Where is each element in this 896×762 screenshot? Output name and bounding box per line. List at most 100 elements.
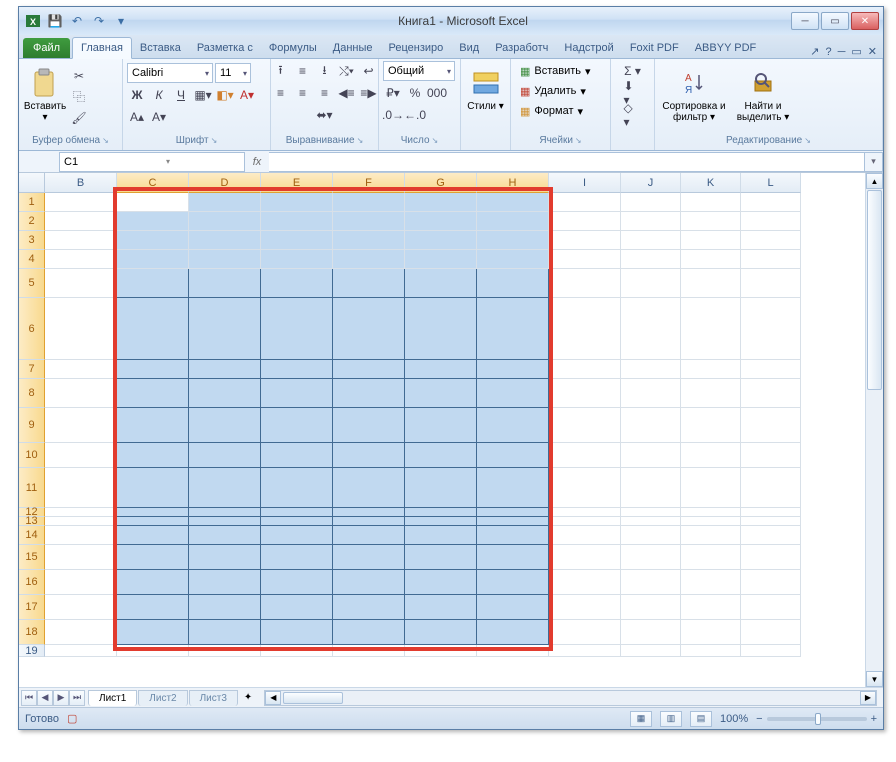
cell[interactable]	[621, 545, 681, 570]
row-header-13[interactable]: 13	[19, 517, 45, 526]
scroll-up-icon[interactable]: ▲	[866, 173, 883, 189]
row-header-14[interactable]: 14	[19, 526, 45, 545]
cell[interactable]	[45, 645, 117, 657]
format-cells-button[interactable]: ▦Формат ▾	[515, 101, 606, 121]
cell[interactable]	[621, 212, 681, 231]
cell[interactable]	[681, 517, 741, 526]
clear-icon[interactable]: ◇ ▾	[623, 105, 643, 125]
cell[interactable]	[117, 250, 189, 269]
cell[interactable]	[117, 508, 189, 517]
col-header-J[interactable]: J	[621, 173, 681, 193]
cell[interactable]	[189, 645, 261, 657]
sheet-tab-Лист3[interactable]: Лист3	[189, 690, 238, 706]
cell[interactable]	[189, 250, 261, 269]
cell[interactable]	[261, 645, 333, 657]
cell[interactable]	[621, 298, 681, 360]
cell[interactable]	[741, 468, 801, 508]
row-header-11[interactable]: 11	[19, 468, 45, 508]
cell[interactable]	[741, 212, 801, 231]
cell[interactable]	[45, 193, 117, 212]
merge-center-icon[interactable]: ⬌▾	[311, 105, 337, 125]
font-name-combo[interactable]: Calibri	[127, 63, 213, 83]
cell[interactable]	[117, 526, 189, 545]
cell[interactable]	[261, 468, 333, 508]
cell[interactable]	[621, 517, 681, 526]
cell[interactable]	[549, 360, 621, 379]
cell[interactable]	[405, 379, 477, 408]
row-header-17[interactable]: 17	[19, 595, 45, 620]
help-icon[interactable]: ?	[825, 46, 831, 58]
cell[interactable]	[681, 269, 741, 298]
cell[interactable]	[477, 468, 549, 508]
cell[interactable]	[549, 379, 621, 408]
cell[interactable]	[621, 508, 681, 517]
ribbon-tab-вставка[interactable]: Вставка	[132, 38, 189, 58]
cell[interactable]	[549, 526, 621, 545]
cell[interactable]	[549, 468, 621, 508]
cell[interactable]	[189, 620, 261, 645]
cell[interactable]	[189, 545, 261, 570]
cell[interactable]	[45, 212, 117, 231]
cell[interactable]	[405, 443, 477, 468]
row-header-18[interactable]: 18	[19, 620, 45, 645]
cell[interactable]	[681, 468, 741, 508]
cell[interactable]	[477, 231, 549, 250]
bold-button[interactable]: Ж	[127, 85, 147, 105]
zoom-level[interactable]: 100%	[720, 713, 748, 725]
cell[interactable]	[45, 231, 117, 250]
increase-indent-icon[interactable]: ≡▶	[359, 83, 379, 103]
italic-button[interactable]: К	[149, 85, 169, 105]
cell[interactable]	[477, 250, 549, 269]
cell[interactable]	[405, 645, 477, 657]
cell[interactable]	[621, 645, 681, 657]
horizontal-scrollbar[interactable]: ◀ ▶	[264, 690, 877, 706]
cell[interactable]	[45, 517, 117, 526]
font-color-button[interactable]: A▾	[237, 85, 257, 105]
cell[interactable]	[477, 193, 549, 212]
fx-icon[interactable]: fx	[245, 156, 269, 168]
close-button[interactable]: ✕	[851, 12, 879, 30]
cell[interactable]	[477, 595, 549, 620]
align-left-icon[interactable]: ≡	[271, 83, 291, 103]
row-header-5[interactable]: 5	[19, 269, 45, 298]
row-header-7[interactable]: 7	[19, 360, 45, 379]
cell[interactable]	[741, 298, 801, 360]
cell[interactable]	[621, 231, 681, 250]
format-painter-icon[interactable]: 🖌	[69, 108, 89, 128]
delete-cells-button[interactable]: ▦Удалить ▾	[515, 81, 606, 101]
row-header-9[interactable]: 9	[19, 408, 45, 443]
col-header-I[interactable]: I	[549, 173, 621, 193]
cell[interactable]	[681, 193, 741, 212]
cell[interactable]	[333, 517, 405, 526]
cell[interactable]	[549, 517, 621, 526]
cell[interactable]	[681, 443, 741, 468]
cell[interactable]	[189, 212, 261, 231]
cell[interactable]	[261, 526, 333, 545]
cell[interactable]	[189, 231, 261, 250]
cell[interactable]	[477, 379, 549, 408]
cell[interactable]	[117, 379, 189, 408]
cell[interactable]	[189, 570, 261, 595]
ribbon-tab-формулы[interactable]: Формулы	[261, 38, 325, 58]
cell[interactable]	[261, 212, 333, 231]
cell[interactable]	[45, 443, 117, 468]
cell[interactable]	[333, 360, 405, 379]
paste-button[interactable]: Вставить ▾	[23, 64, 67, 130]
cell[interactable]	[405, 468, 477, 508]
cell[interactable]	[261, 231, 333, 250]
row-header-2[interactable]: 2	[19, 212, 45, 231]
align-bottom-icon[interactable]: ⭳	[315, 61, 335, 81]
cell[interactable]	[333, 645, 405, 657]
cell[interactable]	[117, 545, 189, 570]
cell[interactable]	[681, 508, 741, 517]
cell[interactable]	[741, 379, 801, 408]
row-header-6[interactable]: 6	[19, 298, 45, 360]
cell[interactable]	[549, 620, 621, 645]
cell[interactable]	[477, 443, 549, 468]
cell[interactable]	[621, 360, 681, 379]
cell[interactable]	[333, 269, 405, 298]
cell[interactable]	[477, 269, 549, 298]
autosum-icon[interactable]: Σ ▾	[623, 61, 643, 81]
cell[interactable]	[405, 408, 477, 443]
cell[interactable]	[261, 570, 333, 595]
